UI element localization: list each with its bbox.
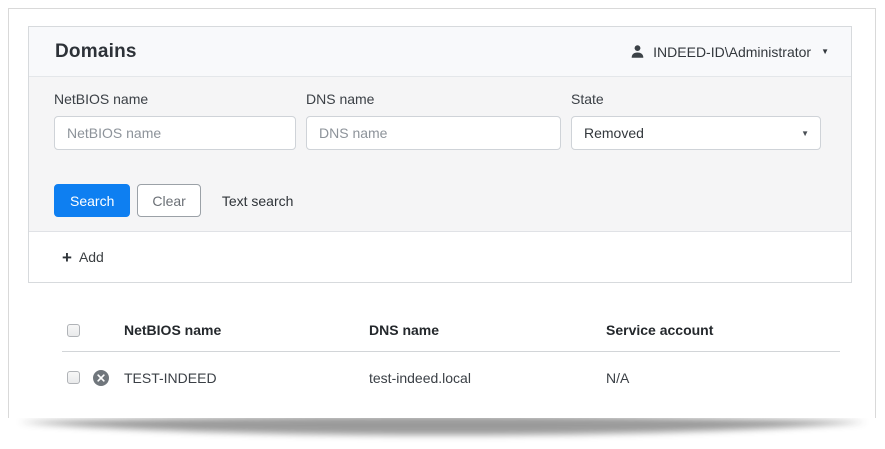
- select-caret-down-icon: ▼: [801, 129, 809, 138]
- netbios-field-group: NetBIOS name: [54, 91, 296, 150]
- screenshot-stage: Domains INDEED-ID\Administrator ▼: [0, 0, 885, 449]
- page-title: Domains: [55, 41, 137, 63]
- user-name: INDEED-ID\Administrator: [653, 44, 811, 60]
- domains-table: NetBIOS name DNS name Service account TE…: [62, 309, 840, 403]
- netbios-input[interactable]: [54, 116, 296, 150]
- plus-icon: +: [62, 249, 72, 266]
- add-button[interactable]: + Add: [62, 249, 104, 266]
- state-field-group: State Removed ▼: [571, 91, 821, 150]
- add-label: Add: [79, 249, 104, 265]
- text-search-link[interactable]: Text search: [222, 193, 294, 209]
- search-button[interactable]: Search: [54, 184, 130, 217]
- cell-service-account: N/A: [606, 370, 840, 386]
- cell-netbios: TEST-INDEED: [124, 370, 369, 386]
- filter-button-row: Search Clear Text search: [54, 184, 851, 231]
- col-header-service-account: Service account: [606, 322, 840, 338]
- col-header-netbios: NetBIOS name: [124, 322, 369, 338]
- row-checkbox[interactable]: [67, 371, 80, 384]
- dns-input[interactable]: [306, 116, 561, 150]
- clear-button[interactable]: Clear: [137, 184, 200, 217]
- col-header-dns: DNS name: [369, 322, 606, 338]
- state-label: State: [571, 91, 821, 107]
- state-select[interactable]: Removed ▼: [571, 116, 821, 150]
- user-menu[interactable]: INDEED-ID\Administrator ▼: [630, 44, 829, 60]
- removed-x-icon: [93, 370, 109, 386]
- add-toolbar: + Add: [29, 232, 851, 282]
- dns-field-group: DNS name: [306, 91, 561, 150]
- table-header-row: NetBIOS name DNS name Service account: [62, 309, 840, 352]
- user-caret-down-icon: ▼: [821, 47, 829, 56]
- cell-dns: test-indeed.local: [369, 370, 606, 386]
- select-all-checkbox[interactable]: [67, 324, 80, 337]
- netbios-label: NetBIOS name: [54, 91, 296, 107]
- domains-card: Domains INDEED-ID\Administrator ▼: [28, 26, 852, 283]
- dns-label: DNS name: [306, 91, 561, 107]
- screenshot-frame: Domains INDEED-ID\Administrator ▼: [8, 8, 876, 418]
- state-selected-value: Removed: [584, 125, 644, 141]
- filter-section: NetBIOS name DNS name State Removed ▼: [29, 77, 851, 232]
- user-icon: [630, 44, 645, 59]
- table-row[interactable]: TEST-INDEED test-indeed.local N/A: [62, 352, 840, 403]
- card-header: Domains INDEED-ID\Administrator ▼: [29, 27, 851, 77]
